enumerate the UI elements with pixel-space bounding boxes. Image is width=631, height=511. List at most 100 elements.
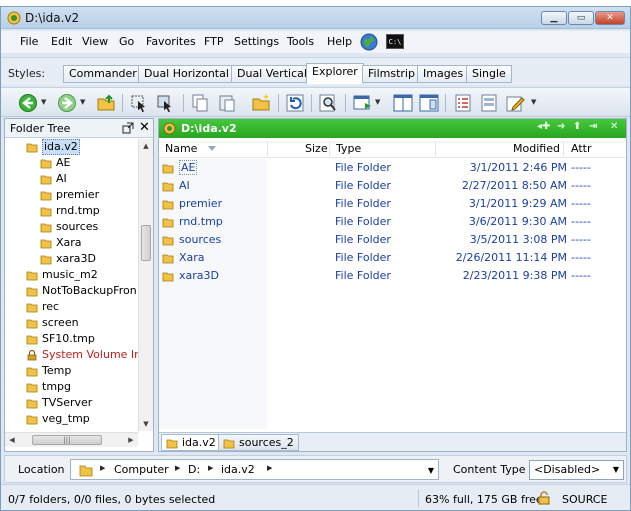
column-divider[interactable]: [267, 141, 268, 156]
scroll-right-icon[interactable]: ▶: [124, 433, 138, 447]
tab-ida-v2[interactable]: ida.v2: [161, 434, 221, 451]
menu-tools[interactable]: Tools: [287, 35, 314, 48]
location-dropdown-icon[interactable]: ▼: [428, 466, 434, 475]
style-tab-dual-vertical[interactable]: Dual Vertical: [231, 65, 313, 83]
close-pane-icon[interactable]: ✕: [610, 121, 618, 132]
style-tab-images[interactable]: Images: [417, 65, 470, 83]
column-type[interactable]: Type: [336, 142, 361, 155]
breadcrumb-drive[interactable]: D:: [188, 463, 200, 476]
next-arrow-icon[interactable]: ➜: [557, 121, 565, 132]
tree-item[interactable]: SF10.tmp: [26, 331, 138, 347]
tree-vertical-scrollbar[interactable]: ▲ ▼: [138, 139, 153, 431]
tree-horizontal-scrollbar[interactable]: ◀ ||| ▶: [5, 432, 138, 447]
tree-item[interactable]: xara3D: [40, 251, 138, 267]
file-row[interactable]: xara3D File Folder 2/23/2011 9:38 PM -----: [159, 267, 626, 285]
copy-icon[interactable]: [190, 93, 210, 113]
scroll-down-icon[interactable]: ▼: [139, 417, 153, 431]
file-row[interactable]: Xara File Folder 2/26/2011 11:14 PM -----: [159, 249, 626, 267]
tree-item[interactable]: tmpg: [26, 379, 138, 395]
maximize-button[interactable]: ▭: [568, 11, 594, 25]
tree-item[interactable]: AE: [40, 155, 138, 171]
undock-icon[interactable]: [122, 122, 134, 134]
scroll-thumb[interactable]: |||: [32, 435, 102, 445]
breadcrumb-separator-icon[interactable]: ▶: [267, 464, 272, 472]
dual-pane-icon[interactable]: [393, 93, 413, 113]
style-tab-single[interactable]: Single: [466, 65, 512, 83]
globe-icon[interactable]: [360, 33, 378, 51]
tree-item[interactable]: music_m2: [26, 267, 138, 283]
forward-icon[interactable]: [57, 93, 77, 113]
edit-dropdown-icon[interactable]: ▼: [531, 98, 536, 106]
command-prompt-icon[interactable]: C:\: [386, 34, 404, 49]
up-arrow-icon[interactable]: ⬆: [573, 121, 581, 132]
tree-item[interactable]: ida.v2: [26, 139, 138, 155]
menu-go[interactable]: Go: [119, 35, 134, 48]
menu-file[interactable]: File: [20, 35, 38, 48]
undo-icon[interactable]: [285, 93, 305, 113]
tree-item[interactable]: AI: [40, 171, 138, 187]
title-bar[interactable]: D:\ida.v2 ▁ ▭ ✕: [1, 7, 630, 29]
edit-icon[interactable]: [505, 93, 525, 113]
up-folder-icon[interactable]: [96, 93, 116, 113]
tree-item[interactable]: Temp: [26, 363, 138, 379]
back-icon[interactable]: [18, 93, 38, 113]
column-divider[interactable]: [329, 141, 330, 156]
tree-item[interactable]: rec: [26, 299, 138, 315]
checklist-icon[interactable]: [453, 93, 473, 113]
select-files-icon[interactable]: [155, 93, 175, 113]
style-tab-explorer[interactable]: Explorer: [306, 63, 364, 84]
properties-icon[interactable]: [479, 93, 499, 113]
breadcrumb-separator-icon[interactable]: ▶: [208, 464, 213, 472]
minimize-button[interactable]: ▁: [541, 11, 567, 25]
file-row[interactable]: AE File Folder 3/1/2011 2:46 PM -----: [159, 159, 626, 177]
menu-help[interactable]: Help: [327, 35, 352, 48]
style-tab-filmstrip[interactable]: Filmstrip: [362, 65, 421, 83]
column-modified[interactable]: Modified: [513, 142, 560, 155]
new-folder-icon[interactable]: [251, 93, 271, 113]
file-row[interactable]: premier File Folder 3/1/2011 9:29 AM -----: [159, 195, 626, 213]
column-attr[interactable]: Attr: [571, 142, 591, 155]
sync-view-icon[interactable]: [353, 93, 373, 113]
lock-icon[interactable]: [537, 490, 551, 505]
tree-item[interactable]: NotToBackupFron: [26, 283, 138, 299]
close-icon[interactable]: ✕: [139, 120, 150, 135]
tree-item[interactable]: System Volume In: [26, 347, 138, 363]
preview-pane-icon[interactable]: [419, 93, 439, 113]
expand-icon[interactable]: ⇥: [589, 121, 597, 132]
file-row[interactable]: AI File Folder 2/27/2011 8:50 AM -----: [159, 177, 626, 195]
tab-sources-2[interactable]: sources_2: [218, 434, 299, 451]
tree-item[interactable]: TVServer: [26, 395, 138, 411]
file-row[interactable]: rnd.tmp File Folder 3/6/2011 9:30 AM -----: [159, 213, 626, 231]
menu-favorites[interactable]: Favorites: [146, 35, 196, 48]
scroll-up-icon[interactable]: ▲: [139, 139, 153, 153]
content-type-select[interactable]: <Disabled> ▼: [529, 460, 624, 480]
tree-item[interactable]: premier: [40, 187, 138, 203]
view-dropdown-icon[interactable]: ▼: [375, 98, 380, 106]
breadcrumb-separator-icon[interactable]: ▶: [175, 464, 180, 472]
tree-item[interactable]: sources: [40, 219, 138, 235]
column-divider[interactable]: [563, 141, 564, 156]
breadcrumb-folder[interactable]: ida.v2: [221, 463, 255, 476]
menu-view[interactable]: View: [82, 35, 108, 48]
select-icon[interactable]: [129, 93, 149, 113]
menu-ftp[interactable]: FTP: [204, 35, 224, 48]
tree-item[interactable]: veg_tmp: [26, 411, 138, 427]
column-divider[interactable]: [435, 141, 436, 156]
file-row[interactable]: sources File Folder 3/5/2011 3:08 PM -----: [159, 231, 626, 249]
menu-settings[interactable]: Settings: [234, 35, 279, 48]
column-name[interactable]: Name: [165, 142, 197, 155]
close-button[interactable]: ✕: [595, 11, 625, 25]
scroll-thumb[interactable]: [141, 225, 151, 261]
breadcrumb-separator-icon[interactable]: ▶: [100, 464, 105, 472]
tree-item[interactable]: screen: [26, 315, 138, 331]
style-tab-commander[interactable]: Commander: [63, 65, 143, 83]
scroll-left-icon[interactable]: ◀: [5, 433, 19, 447]
breadcrumb-computer[interactable]: Computer: [114, 463, 169, 476]
tree-item[interactable]: rnd.tmp: [40, 203, 138, 219]
style-tab-dual-horizontal[interactable]: Dual Horizontal: [138, 65, 235, 83]
prev-arrow-icon[interactable]: ◂✚: [537, 121, 550, 132]
forward-dropdown-icon[interactable]: ▼: [80, 98, 85, 106]
back-dropdown-icon[interactable]: ▼: [41, 98, 46, 106]
paste-icon[interactable]: [217, 93, 237, 113]
find-icon[interactable]: [318, 93, 338, 113]
